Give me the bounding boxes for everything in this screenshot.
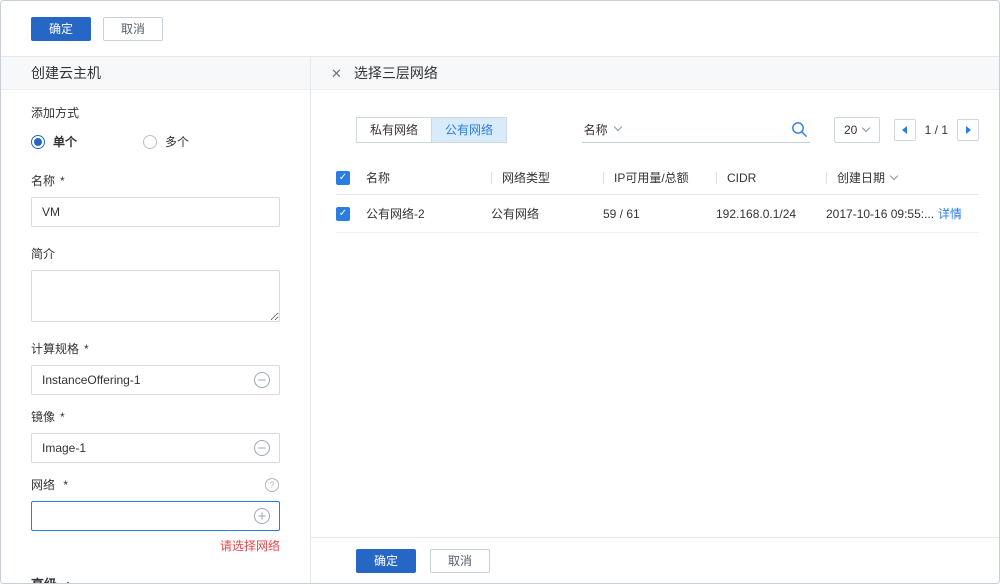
- header-cidr: CIDR: [716, 171, 826, 185]
- left-panel-header: 创建云主机: [1, 57, 310, 90]
- search-icon[interactable]: [791, 121, 808, 138]
- next-page-button[interactable]: [957, 119, 979, 141]
- add-mode-label: 添加方式: [31, 104, 280, 121]
- offering-value: InstanceOffering-1: [42, 373, 141, 387]
- radio-selected-icon: [31, 135, 45, 149]
- tab-private-network[interactable]: 私有网络: [356, 117, 432, 143]
- page-size-select[interactable]: 20: [834, 117, 880, 143]
- network-label-row: 网络 * ?: [31, 476, 280, 493]
- table-row[interactable]: ✓ 公有网络-2 公有网络 59 / 61 192.168.0.1/24: [336, 195, 979, 233]
- required-asterisk: *: [60, 410, 65, 424]
- image-label-text: 镜像: [31, 408, 55, 425]
- topbar-cancel-button[interactable]: 取消: [103, 17, 163, 41]
- radio-multiple-label: 多个: [165, 133, 189, 150]
- sort-caret-icon: [890, 171, 898, 179]
- advanced-label: 高级: [31, 574, 57, 583]
- offering-field[interactable]: InstanceOffering-1: [31, 365, 280, 395]
- network-list-body: 私有网络 公有网络 名称 20: [311, 90, 999, 537]
- prev-page-icon: [902, 126, 907, 134]
- confirm-button[interactable]: 确定: [356, 549, 416, 573]
- remove-offering-icon[interactable]: [253, 371, 271, 389]
- network-label-text: 网络: [31, 478, 55, 492]
- column-divider: [716, 172, 717, 184]
- page-indicator: 1 / 1: [925, 123, 948, 137]
- tab-public-network[interactable]: 公有网络: [431, 117, 507, 143]
- column-divider: [491, 172, 492, 184]
- chevron-down-icon: [613, 123, 621, 131]
- panel-footer: 确定 取消: [311, 537, 999, 583]
- required-asterisk: *: [60, 174, 65, 188]
- remove-image-icon[interactable]: [253, 439, 271, 457]
- image-label: 镜像 *: [31, 408, 280, 425]
- select-all-checkbox[interactable]: ✓: [336, 171, 350, 185]
- check-icon: ✓: [339, 209, 347, 219]
- offering-label: 计算规格 *: [31, 340, 280, 357]
- create-vm-panel: 创建云主机 添加方式 单个 多个 名称 *: [1, 57, 311, 583]
- search-field[interactable]: 名称: [582, 116, 810, 143]
- table-header: ✓ 名称 网络类型 IP可用量/总额: [336, 161, 979, 195]
- cell-name: 公有网络-2: [366, 205, 491, 222]
- help-icon[interactable]: ?: [264, 477, 280, 493]
- name-label: 名称 *: [31, 172, 280, 189]
- column-divider: [603, 172, 604, 184]
- radio-single-label: 单个: [53, 133, 77, 150]
- network-tabs: 私有网络 公有网络: [356, 117, 507, 143]
- main-area: 创建云主机 添加方式 单个 多个 名称 *: [1, 57, 999, 583]
- network-table: ✓ 名称 网络类型 IP可用量/总额: [336, 161, 979, 233]
- create-vm-form: 添加方式 单个 多个 名称 * 简介: [1, 90, 310, 583]
- cell-cidr: 192.168.0.1/24: [716, 207, 826, 221]
- left-panel-title: 创建云主机: [31, 63, 101, 83]
- next-page-icon: [966, 126, 971, 134]
- pagination: 1 / 1: [894, 119, 979, 141]
- check-icon: ✓: [339, 173, 347, 183]
- detail-link[interactable]: 详情: [938, 205, 962, 222]
- advanced-toggle[interactable]: 高级: [31, 574, 280, 583]
- topbar: 确定 取消: [1, 1, 999, 57]
- right-panel-header: ✕ 选择三层网络: [311, 57, 999, 90]
- toolbar: 私有网络 公有网络 名称 20: [356, 116, 979, 143]
- name-label-text: 名称: [31, 172, 55, 189]
- right-panel-title: 选择三层网络: [354, 63, 438, 83]
- header-network-type: 网络类型: [491, 169, 603, 186]
- chevron-down-icon: [862, 123, 870, 131]
- radio-multiple[interactable]: 多个: [143, 133, 189, 150]
- cell-network-type: 公有网络: [491, 205, 603, 222]
- offering-label-text: 计算规格: [31, 340, 79, 357]
- network-label: 网络 *: [31, 476, 68, 493]
- svg-text:?: ?: [269, 480, 274, 490]
- required-asterisk: *: [84, 342, 89, 356]
- image-value: Image-1: [42, 441, 86, 455]
- required-asterisk: *: [63, 478, 68, 492]
- select-network-panel: ✕ 选择三层网络 私有网络 公有网络 名称: [311, 57, 999, 583]
- add-network-icon[interactable]: [253, 507, 271, 525]
- close-icon[interactable]: ✕: [331, 67, 342, 80]
- header-name: 名称: [366, 169, 491, 186]
- intro-textarea[interactable]: [31, 270, 280, 322]
- add-mode-options: 单个 多个: [31, 133, 280, 150]
- topbar-confirm-button[interactable]: 确定: [31, 17, 91, 41]
- cell-create-date: 2017-10-16 09:55:...: [826, 207, 938, 221]
- create-vm-window: 确定 取消 创建云主机 添加方式 单个 多个: [0, 0, 1000, 584]
- chevron-up-icon: [64, 581, 72, 583]
- intro-label: 简介: [31, 245, 280, 262]
- empty-space: [336, 233, 979, 537]
- prev-page-button[interactable]: [894, 119, 916, 141]
- cell-ip-quota: 59 / 61: [603, 207, 716, 221]
- network-field[interactable]: [31, 501, 280, 531]
- cancel-button[interactable]: 取消: [430, 549, 490, 573]
- column-divider: [826, 172, 827, 184]
- network-error: 请选择网络: [31, 537, 280, 554]
- header-create-date[interactable]: 创建日期: [826, 169, 938, 186]
- image-field[interactable]: Image-1: [31, 433, 280, 463]
- name-input[interactable]: [31, 197, 280, 227]
- page-size-value: 20: [844, 123, 857, 137]
- search-field-label: 名称: [584, 121, 608, 138]
- row-checkbox[interactable]: ✓: [336, 207, 350, 221]
- radio-unselected-icon: [143, 135, 157, 149]
- radio-single[interactable]: 单个: [31, 133, 77, 150]
- header-ip-quota: IP可用量/总额: [603, 169, 716, 186]
